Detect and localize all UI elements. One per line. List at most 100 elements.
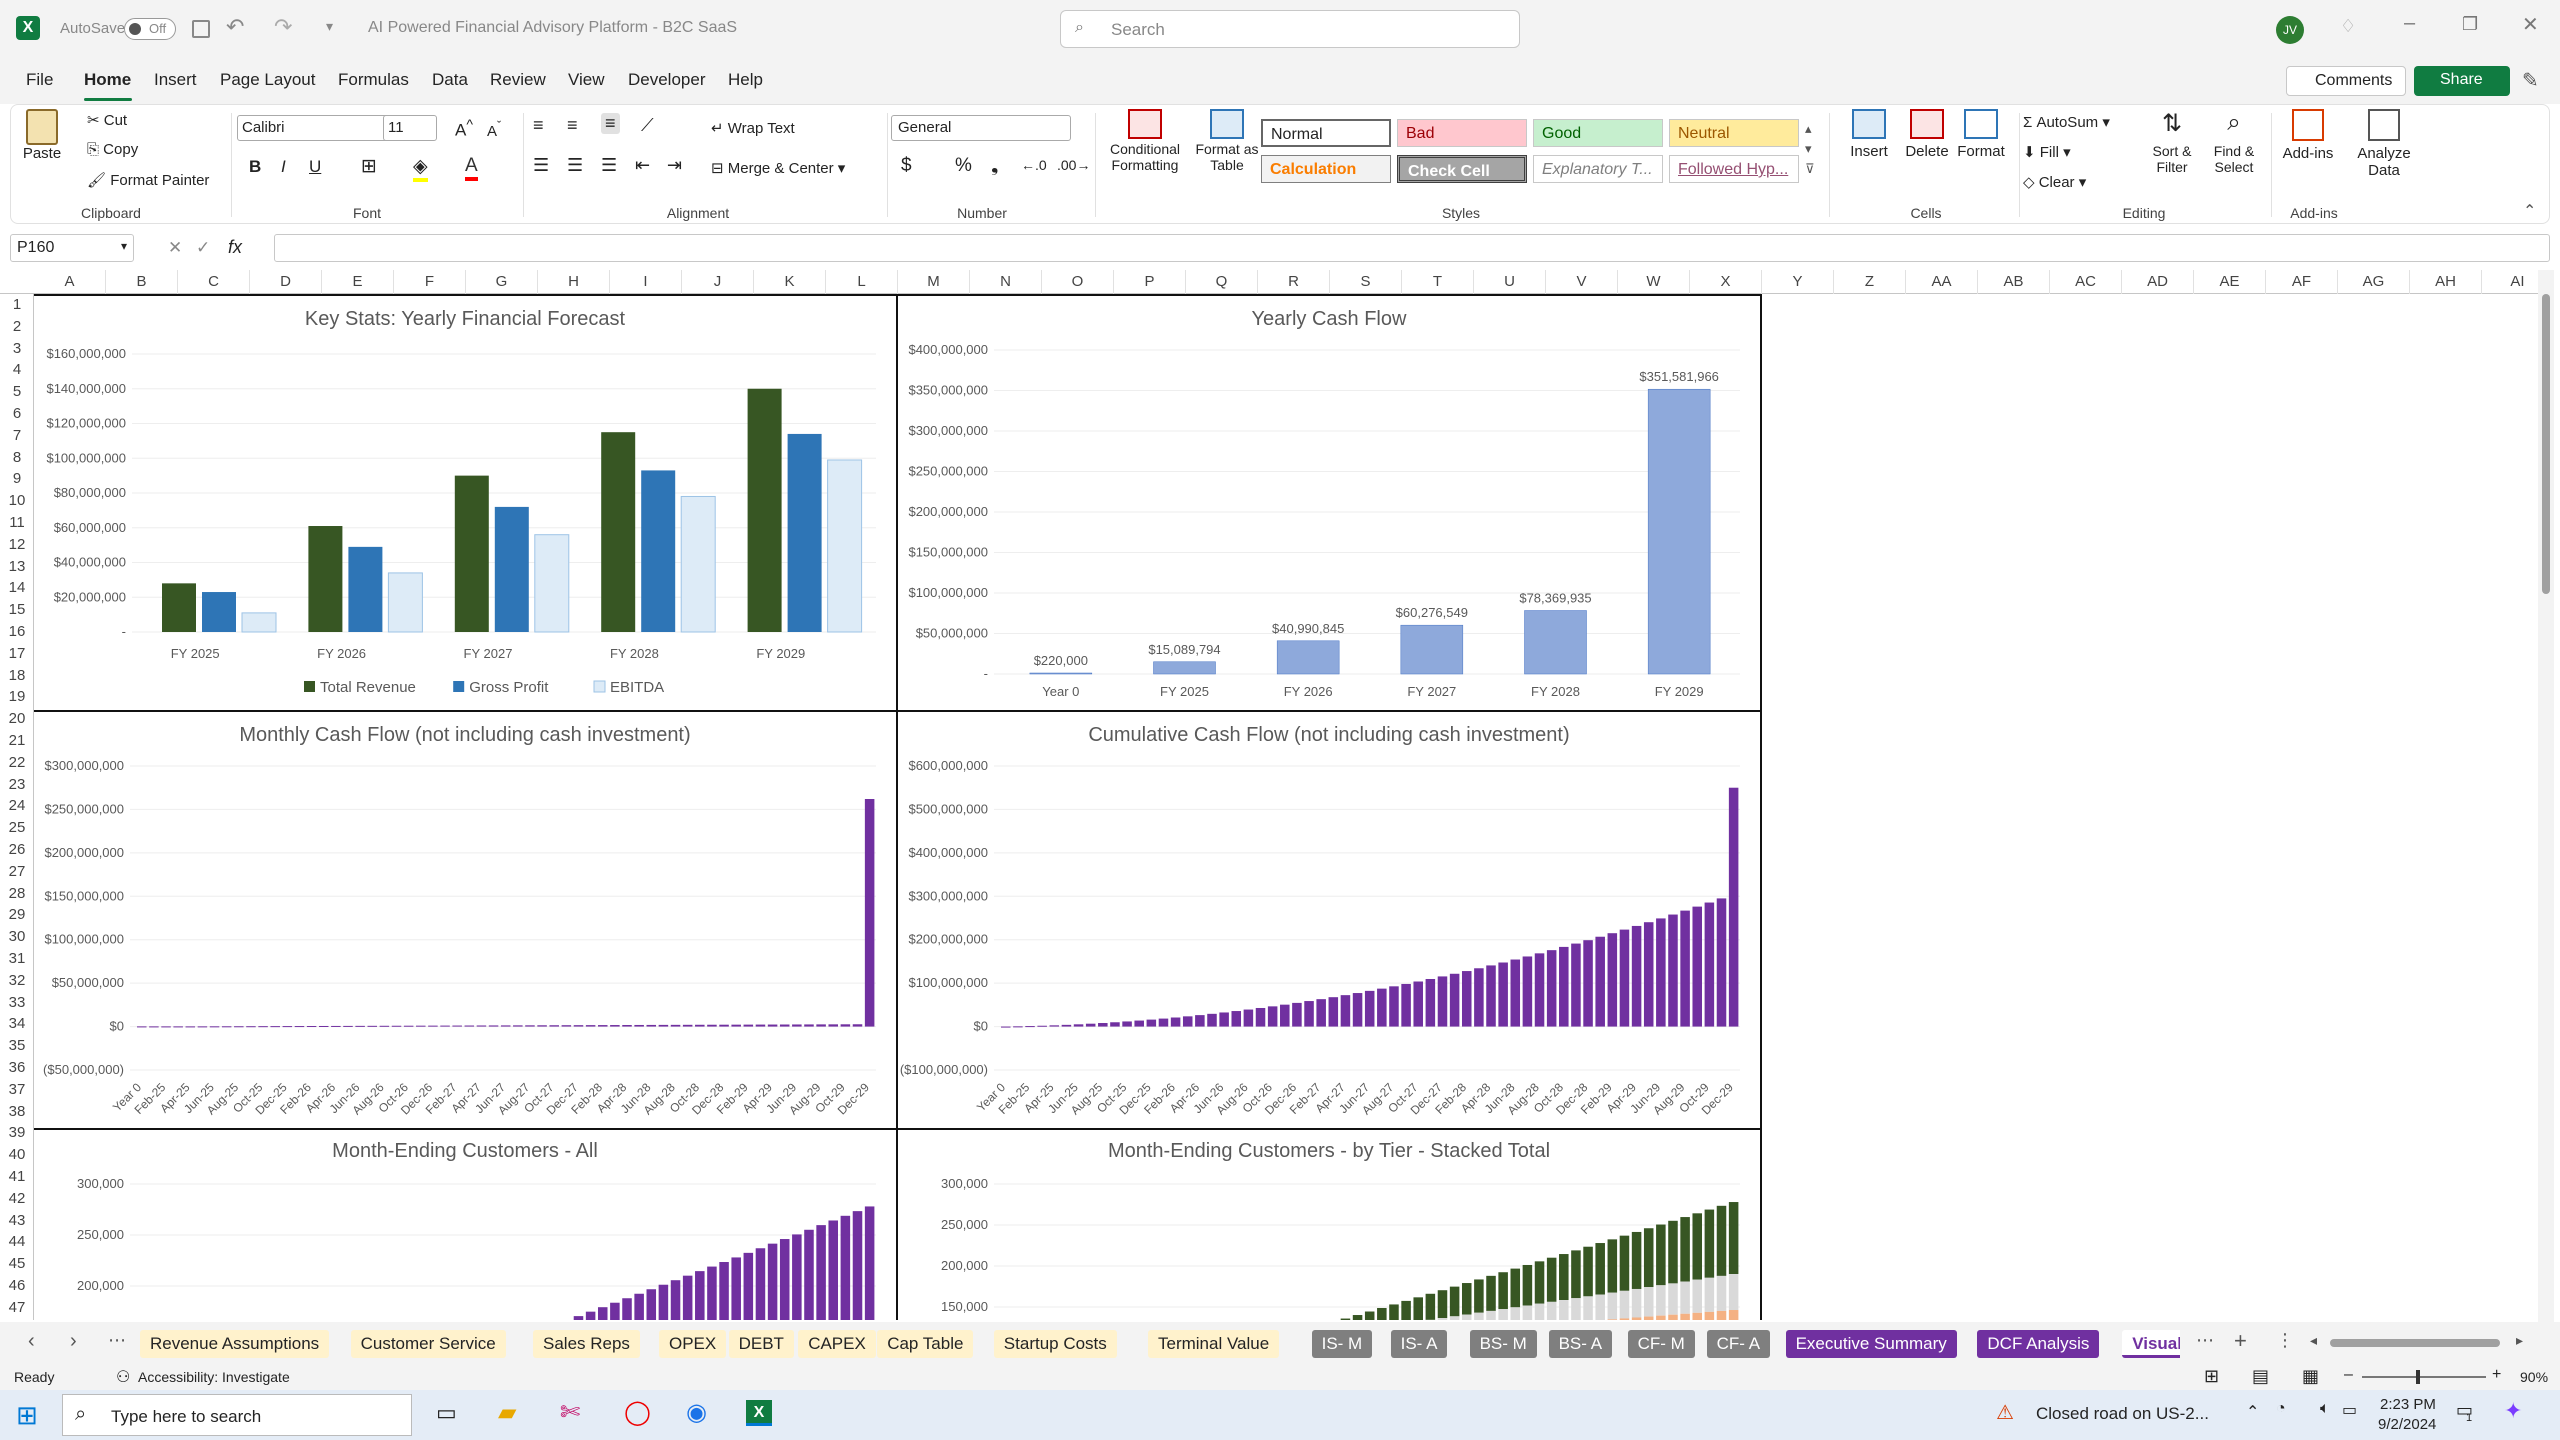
row-header-14[interactable]: 14 [0,577,34,599]
formula-input[interactable] [274,234,2550,262]
taskbar-search[interactable]: ⌕ Type here to search [62,1394,412,1436]
row-header-26[interactable]: 26 [0,839,34,861]
row-header-21[interactable]: 21 [0,730,34,752]
chart-monthly-cash-flow[interactable]: Monthly Cash Flow (not including cash in… [34,710,898,1130]
find-select-button[interactable]: ⌕ Find & Select [2203,109,2265,175]
redo-icon[interactable]: ↷ [274,14,292,40]
sheet-tab[interactable]: Customer Service [350,1330,506,1358]
row-header-33[interactable]: 33 [0,992,34,1014]
column-header-AF[interactable]: AF [2266,270,2338,294]
column-header-J[interactable]: J [682,270,754,294]
column-header-I[interactable]: I [610,270,682,294]
chart-customers-all[interactable]: Month-Ending Customers - All 300,000 250,… [34,1128,898,1320]
row-header-7[interactable]: 7 [0,425,34,447]
row-header-46[interactable]: 46 [0,1275,34,1297]
sheet-tab[interactable]: Sales Reps [533,1330,640,1358]
task-view-icon[interactable]: ▭ [436,1400,457,1426]
volume-icon[interactable]: 🔈︎ [2320,1400,2330,1418]
column-header-G[interactable]: G [466,270,538,294]
column-header-B[interactable]: B [106,270,178,294]
row-header-23[interactable]: 23 [0,774,34,796]
column-header-AC[interactable]: AC [2050,270,2122,294]
vertical-scroll-thumb[interactable] [2542,294,2550,594]
align-center-icon[interactable]: ☰ [567,155,583,176]
comma-icon[interactable]: ❟ [991,155,998,177]
insert-function-icon[interactable]: fx [228,237,242,258]
autosave-toggle[interactable]: Off [124,18,176,40]
add-sheet-icon[interactable]: + [2234,1328,2247,1354]
sheet-tab[interactable]: IS- M [1311,1330,1373,1358]
menu-data[interactable]: Data [432,70,468,90]
style-followed-hyperlink[interactable]: Followed Hyp... [1669,155,1799,183]
undo-icon[interactable]: ↶ [226,14,244,40]
decrease-indent-icon[interactable]: ⇤ [635,155,650,176]
clock-date[interactable]: 9/2/2024 [2378,1416,2436,1433]
align-bottom-icon[interactable]: ≡ [601,113,620,134]
accessibility-status[interactable]: Accessibility: Investigate [138,1369,290,1385]
column-header-E[interactable]: E [322,270,394,294]
sheet-tab[interactable]: BS- M [1469,1330,1537,1358]
news-text[interactable]: Closed road on US-2... [2036,1404,2209,1424]
row-header-38[interactable]: 38 [0,1101,34,1123]
minimize-icon[interactable]: – [2404,12,2415,35]
row-header-43[interactable]: 43 [0,1210,34,1232]
row-header-20[interactable]: 20 [0,708,34,730]
menu-insert[interactable]: Insert [154,70,197,90]
column-header-AE[interactable]: AE [2194,270,2266,294]
column-header-AG[interactable]: AG [2338,270,2410,294]
addins-button[interactable]: Add-ins [2277,109,2339,162]
column-header-AA[interactable]: AA [1906,270,1978,294]
column-header-K[interactable]: K [754,270,826,294]
row-header-16[interactable]: 16 [0,621,34,643]
column-header-V[interactable]: V [1546,270,1618,294]
name-box[interactable]: P160 ▾ [10,234,134,262]
menu-page-layout[interactable]: Page Layout [220,70,315,90]
row-header-34[interactable]: 34 [0,1013,34,1035]
column-header-X[interactable]: X [1690,270,1762,294]
column-header-F[interactable]: F [394,270,466,294]
share-button[interactable]: Share [2414,66,2510,96]
column-header-AB[interactable]: AB [1978,270,2050,294]
conditional-formatting-button[interactable]: Conditional Formatting [1101,109,1189,173]
worksheet-grid[interactable]: Key Stats: Yearly Financial Forecast $16… [34,294,2536,1320]
chart-customers-by-tier[interactable]: Month-Ending Customers - by Tier - Stack… [896,1128,1762,1320]
align-top-icon[interactable]: ≡ [533,115,544,136]
style-neutral[interactable]: Neutral [1669,119,1799,147]
customize-qat-icon[interactable]: ▾ [326,18,333,35]
cancel-icon[interactable]: ✕ [168,238,182,258]
chart-yearly-cash-flow[interactable]: Yearly Cash Flow $400,000,000 $350,000,00… [896,294,1762,712]
menu-review[interactable]: Review [490,70,546,90]
column-header-S[interactable]: S [1330,270,1402,294]
column-header-R[interactable]: R [1258,270,1330,294]
sheet-tab[interactable]: CF- A [1706,1330,1771,1358]
format-cells-button[interactable]: Format [1955,109,2007,160]
prev-sheet-icon[interactable]: ‹ [28,1330,35,1353]
sheet-tab[interactable]: DEBT [728,1330,794,1358]
sheet-options-icon[interactable]: ⋮ [2276,1330,2294,1351]
column-header-H[interactable]: H [538,270,610,294]
row-header-31[interactable]: 31 [0,948,34,970]
column-header-AD[interactable]: AD [2122,270,2194,294]
zoom-out-icon[interactable]: – [2344,1366,2353,1384]
news-icon[interactable]: ⚠ [1996,1400,2014,1425]
row-header-37[interactable]: 37 [0,1079,34,1101]
cut-button[interactable]: ✂ Cut [87,111,127,129]
font-name-select[interactable]: Calibri [237,115,389,141]
normal-view-icon[interactable]: ⊞ [2204,1366,2219,1387]
font-size-select[interactable]: 11 [383,115,437,141]
chart-key-stats[interactable]: Key Stats: Yearly Financial Forecast $16… [34,294,898,712]
row-header-35[interactable]: 35 [0,1035,34,1057]
borders-icon[interactable]: ⊞ [361,155,377,178]
style-check-cell[interactable]: Check Cell [1397,155,1527,183]
windows-start-icon[interactable]: ⊞ [16,1400,38,1431]
menu-view[interactable]: View [568,70,605,90]
row-header-6[interactable]: 6 [0,403,34,425]
column-header-D[interactable]: D [250,270,322,294]
file-explorer-icon[interactable]: ▰ [498,1398,516,1427]
restore-icon[interactable]: ❐ [2462,14,2478,35]
column-header-C[interactable]: C [178,270,250,294]
decrease-decimal-icon[interactable]: .00→ [1057,157,1090,173]
zoom-in-icon[interactable]: + [2492,1366,2501,1384]
sheet-tab[interactable]: IS- A [1390,1330,1448,1358]
column-header-Q[interactable]: Q [1186,270,1258,294]
